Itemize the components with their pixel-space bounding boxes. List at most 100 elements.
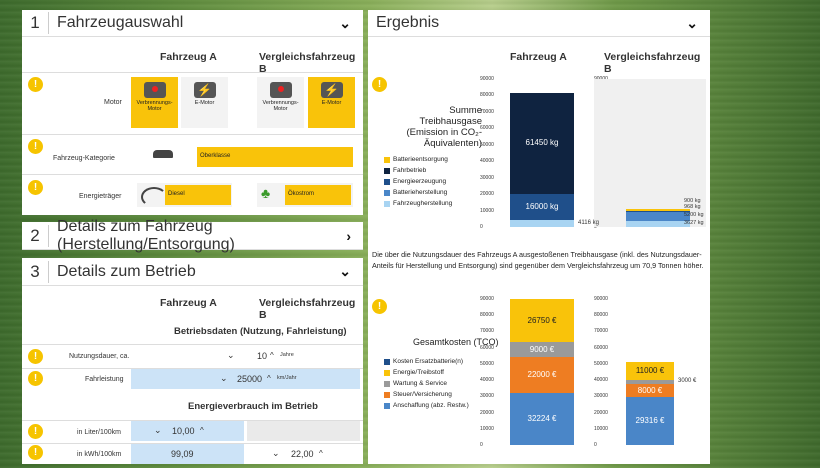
column-a-header: Fahrzeug A: [160, 297, 217, 309]
y-tick-label: 50000: [480, 141, 494, 148]
data-label: 22000 €: [527, 369, 557, 379]
motor-a-verbrennung[interactable]: Verbrennungs-Motor: [131, 77, 178, 128]
data-label: 29316 €: [635, 416, 665, 426]
data-label: 16000 kg: [525, 202, 559, 212]
kwh-field-b[interactable]: ⌄ 22,00 ^: [247, 444, 360, 464]
legend-item: Energieerzeugung: [384, 178, 446, 185]
info-icon[interactable]: !: [28, 424, 43, 439]
data-label: 4116 kg: [578, 220, 599, 226]
info-icon[interactable]: !: [28, 445, 43, 460]
chevron-down-icon[interactable]: ⌄: [272, 448, 280, 459]
info-icon[interactable]: !: [28, 371, 43, 386]
stepper-up-icon[interactable]: ^: [319, 449, 323, 458]
data-label: 900 kg: [684, 198, 701, 204]
kwh-label: in kWh/100km: [77, 451, 122, 458]
y-tick-label: 40000: [480, 158, 494, 165]
kwh-value-a: 99,09: [171, 449, 194, 459]
section-3-header[interactable]: 3 Details zum Betrieb ⌄: [22, 258, 363, 286]
motor-b-verbrennung[interactable]: Verbrennungs-Motor: [257, 77, 304, 128]
section-title: Details zum Betrieb: [57, 262, 196, 280]
fahrleistung-field[interactable]: ⌄ 25000 ^ km/Jahr: [131, 369, 360, 389]
chevron-down-icon[interactable]: ⌄: [339, 263, 351, 280]
result-col-a: Fahrzeug A: [510, 51, 567, 63]
y-tick-label: 90000: [594, 296, 608, 302]
chevron-down-icon[interactable]: ⌄: [339, 15, 351, 32]
stepper-up-icon[interactable]: ^: [267, 374, 271, 383]
kategorie-label: Fahrzeug-Kategorie: [53, 155, 115, 162]
data-label: 8000 €: [637, 385, 663, 395]
y-tick-label: 10000: [480, 207, 494, 214]
bar-segment-a: [510, 220, 574, 227]
section-number: 2: [22, 224, 49, 247]
chevron-down-icon[interactable]: ⌄: [154, 425, 162, 436]
bar-segment-b: [626, 379, 674, 385]
kwh-value-b[interactable]: 22,00: [291, 449, 314, 459]
fahrleistung-value[interactable]: 25000: [237, 374, 262, 384]
y-tick-label: 10000: [594, 425, 608, 432]
section-number: 1: [22, 12, 49, 34]
legend-item: Fahrzeugherstellung: [384, 200, 452, 207]
legend-item: Wartung & Service: [384, 380, 447, 387]
info-icon[interactable]: !: [28, 77, 43, 92]
motor-b-elektro[interactable]: ⚡ E-Motor: [308, 77, 355, 128]
data-label: 11000 €: [635, 365, 665, 375]
stepper-up-icon[interactable]: ^: [200, 426, 204, 435]
y-tick-label: 30000: [480, 393, 494, 400]
info-icon[interactable]: !: [372, 77, 387, 92]
energietraeger-label: Energieträger: [79, 193, 122, 200]
liter-field[interactable]: ⌄ 10,00 ^: [131, 421, 244, 441]
liter-value[interactable]: 10,00: [172, 426, 195, 436]
y-tick-label: 20000: [480, 191, 494, 198]
y-tick-label: 70000: [480, 328, 494, 335]
bar-segment-b: [626, 209, 690, 211]
result-col-b: Vergleichsfahrzeug B: [604, 51, 701, 75]
liter-field-b: [247, 421, 360, 441]
legend-item: Batterieentsorgung: [384, 156, 448, 163]
chevron-down-icon[interactable]: ⌄: [686, 15, 698, 32]
bar-segment-b: [626, 221, 690, 227]
y-tick-label: 80000: [594, 312, 608, 319]
car-icon: [153, 150, 173, 158]
bar-segment-b: [626, 210, 690, 213]
y-tick-label: 70000: [480, 108, 494, 115]
ergebnis-header[interactable]: Ergebnis ⌄: [368, 10, 710, 37]
energie-b-select[interactable]: ♣ Ökostrom: [257, 183, 353, 207]
section-1-header[interactable]: 1 Fahrzeugauswahl ⌄: [22, 10, 363, 37]
info-icon[interactable]: !: [372, 299, 387, 314]
engine-icon: [269, 82, 292, 98]
verbrauch-heading: Energieverbrauch im Betrieb: [188, 401, 318, 412]
legend-item: Energie/Treibstoff: [384, 369, 444, 376]
chevron-down-icon[interactable]: ⌄: [227, 350, 235, 361]
chevron-right-icon[interactable]: ›: [346, 228, 351, 244]
y-tick-label: 60000: [480, 344, 494, 351]
y-tick-label: 40000: [594, 377, 608, 384]
section-number: 3: [22, 260, 49, 283]
kategorie-select[interactable]: Oberklasse: [197, 147, 353, 167]
section-3-body: Fahrzeug A Vergleichsfahrzeug B Betriebs…: [22, 286, 363, 464]
energie-a-select[interactable]: Diesel: [137, 183, 232, 207]
info-icon[interactable]: !: [28, 180, 43, 195]
legend-item: Kosten Ersatzbatterie(n): [384, 358, 463, 365]
ergebnis-title: Ergebnis: [376, 14, 440, 31]
section-2-header[interactable]: 2 Details zum Fahrzeug (Herstellung/Ents…: [22, 218, 363, 253]
motor-a-elektro[interactable]: ⚡ E-Motor: [181, 77, 228, 128]
data-label: 3000 €: [678, 378, 697, 385]
data-label: 61450 kg: [525, 138, 559, 148]
info-icon[interactable]: !: [28, 349, 43, 364]
y-tick-label: 80000: [480, 312, 494, 319]
legend-item: Batterieherstellung: [384, 189, 447, 196]
data-label: 968 kg: [684, 204, 701, 210]
e-engine-icon: ⚡: [320, 82, 343, 98]
y-tick-label: 0: [480, 442, 483, 448]
nutzungsdauer-value[interactable]: 10: [257, 351, 267, 361]
section-1-body: Fahrzeug A Vergleichsfahrzeug B ! Motor …: [22, 37, 363, 215]
y-tick-label: 60000: [594, 344, 608, 351]
kwh-field-a[interactable]: 99,09: [131, 444, 244, 464]
liter-label: in Liter/100km: [77, 429, 121, 436]
info-icon[interactable]: !: [28, 139, 43, 154]
stepper-up-icon[interactable]: ^: [270, 351, 274, 360]
y-tick-label: 10000: [480, 425, 494, 432]
chevron-down-icon[interactable]: ⌄: [220, 373, 228, 384]
y-tick-label: 40000: [480, 377, 494, 384]
y-tick-label: 0: [594, 442, 597, 448]
